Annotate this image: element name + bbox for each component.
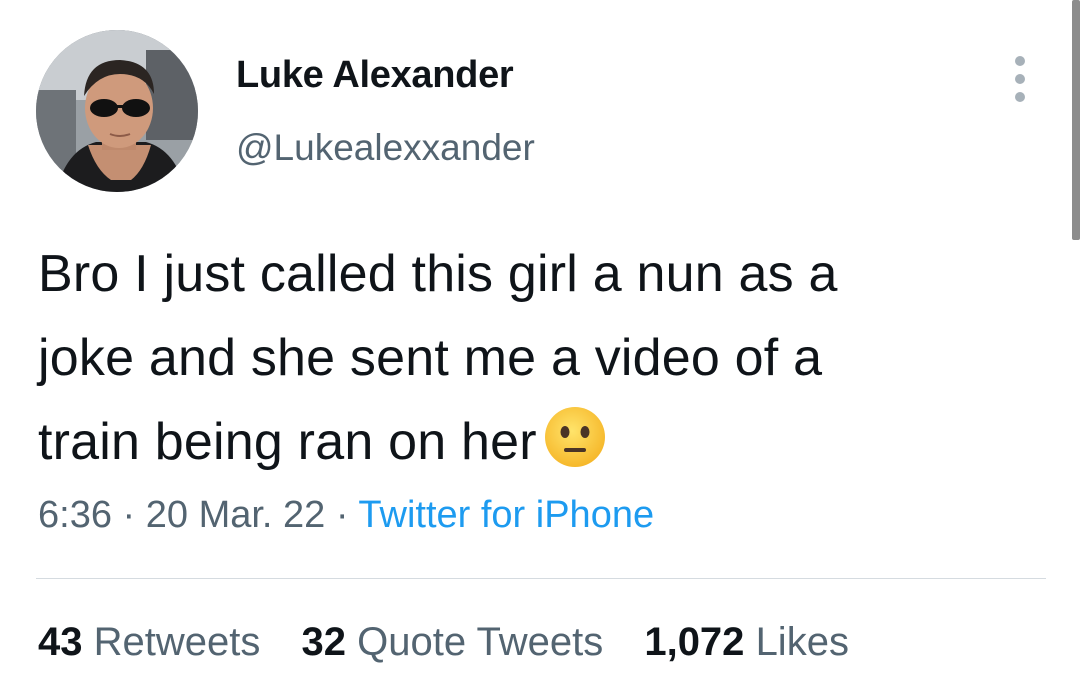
more-dot: [1015, 92, 1025, 102]
author-display-name[interactable]: Luke Alexander: [236, 54, 514, 97]
retweets-count: 43: [38, 620, 83, 664]
tweet-text-line: train being ran on her: [38, 400, 1058, 484]
author-handle[interactable]: @Lukealexxander: [236, 127, 535, 169]
more-dot: [1015, 56, 1025, 66]
likes-count: 1,072: [644, 620, 745, 664]
neutral-face-emoji-icon: [543, 405, 607, 469]
more-dot: [1015, 74, 1025, 84]
tweet-text: Bro I just called this girl a nun as a j…: [38, 232, 1058, 484]
more-options-icon[interactable]: [1006, 56, 1034, 102]
tweet-text-line-content: train being ran on her: [38, 413, 537, 471]
quote-tweets-label: Quote Tweets: [357, 620, 604, 664]
likes-stat[interactable]: 1,072 Likes: [644, 620, 849, 665]
quote-tweets-stat[interactable]: 32 Quote Tweets: [302, 620, 604, 665]
tweet-text-line: joke and she sent me a video of a: [38, 329, 823, 387]
meta-separator: ·: [335, 494, 349, 536]
tweet-stats: 43 Retweets 32 Quote Tweets 1,072 Likes: [38, 620, 879, 665]
meta-separator: ·: [122, 494, 136, 536]
tweet-meta: 6:36 · 20 Mar. 22 · Twitter for iPhone: [38, 494, 654, 537]
tweet-date[interactable]: 20 Mar. 22: [146, 494, 326, 536]
quote-tweets-count: 32: [301, 620, 347, 664]
tweet-card: Luke Alexander @Lukealexxander Bro I jus…: [0, 0, 1080, 683]
tweet-text-line: Bro I just called this girl a nun as a: [38, 245, 838, 303]
likes-label: Likes: [755, 620, 849, 664]
scrollbar[interactable]: [1072, 0, 1080, 240]
avatar-photo: [36, 30, 198, 192]
avatar[interactable]: [36, 30, 198, 192]
tweet-source-link[interactable]: Twitter for iPhone: [358, 494, 654, 536]
divider: [36, 578, 1046, 579]
retweets-label: Retweets: [93, 620, 261, 664]
retweets-stat[interactable]: 43 Retweets: [38, 620, 260, 665]
tweet-time[interactable]: 6:36: [38, 494, 112, 536]
